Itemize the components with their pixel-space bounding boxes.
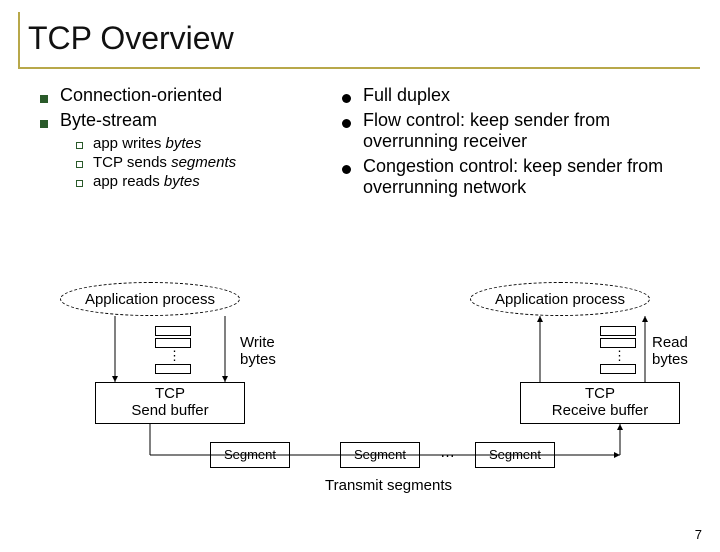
vertical-ellipsis: ⋮ [168, 348, 181, 364]
segments-ellipsis: … [440, 444, 455, 461]
hollow-square-icon [76, 142, 83, 149]
receive-buffer-box: TCP Receive buffer [520, 382, 680, 424]
byte-slot [600, 338, 636, 348]
content-columns: Connection-oriented Byte-stream app writ… [0, 77, 720, 202]
hollow-square-icon [76, 180, 83, 187]
sub-bullet: app writes bytes [76, 135, 330, 152]
sub-text: TCP sends segments [93, 154, 236, 171]
byte-slot [600, 364, 636, 374]
bullet-text: Byte-stream [60, 110, 157, 131]
hollow-square-icon [76, 161, 83, 168]
disc-bullet-icon [342, 119, 351, 128]
bullet-flow-control: Flow control: keep sender from overrunni… [342, 110, 702, 152]
sub-bullet: TCP sends segments [76, 154, 330, 171]
segment-box: Segment [475, 442, 555, 468]
sub-text: app writes bytes [93, 135, 201, 152]
bullet-full-duplex: Full duplex [342, 85, 702, 106]
square-bullet-icon [40, 120, 48, 128]
bullet-text: Connection-oriented [60, 85, 222, 106]
send-buffer-box: TCP Send buffer [95, 382, 245, 424]
write-bytes-label: Write bytes [240, 334, 276, 368]
segment-box: Segment [340, 442, 420, 468]
bullet-byte-stream: Byte-stream [40, 110, 330, 131]
app-process-left: Application process [60, 282, 240, 316]
byte-slot [600, 326, 636, 336]
square-bullet-icon [40, 95, 48, 103]
bullet-text: Full duplex [363, 85, 450, 106]
sub-bullet: app reads bytes [76, 173, 330, 190]
byte-slot [155, 326, 191, 336]
tcp-diagram: Application process Application process … [0, 282, 720, 532]
read-bytes-label: Read bytes [652, 334, 688, 368]
vertical-ellipsis: ⋮ [613, 348, 626, 364]
transmit-label: Transmit segments [325, 477, 452, 494]
app-process-right: Application process [470, 282, 650, 316]
title-bar: TCP Overview [18, 12, 700, 69]
bullet-congestion-control: Congestion control: keep sender from ove… [342, 156, 702, 198]
disc-bullet-icon [342, 94, 351, 103]
bullet-text: Flow control: keep sender from overrunni… [363, 110, 702, 152]
byte-slot [155, 364, 191, 374]
sub-text: app reads bytes [93, 173, 200, 190]
byte-slot [155, 338, 191, 348]
left-column: Connection-oriented Byte-stream app writ… [40, 85, 330, 202]
disc-bullet-icon [342, 165, 351, 174]
bullet-text: Congestion control: keep sender from ove… [363, 156, 702, 198]
right-column: Full duplex Flow control: keep sender fr… [342, 85, 702, 202]
slide-title: TCP Overview [28, 20, 700, 57]
segment-box: Segment [210, 442, 290, 468]
bullet-connection-oriented: Connection-oriented [40, 85, 330, 106]
